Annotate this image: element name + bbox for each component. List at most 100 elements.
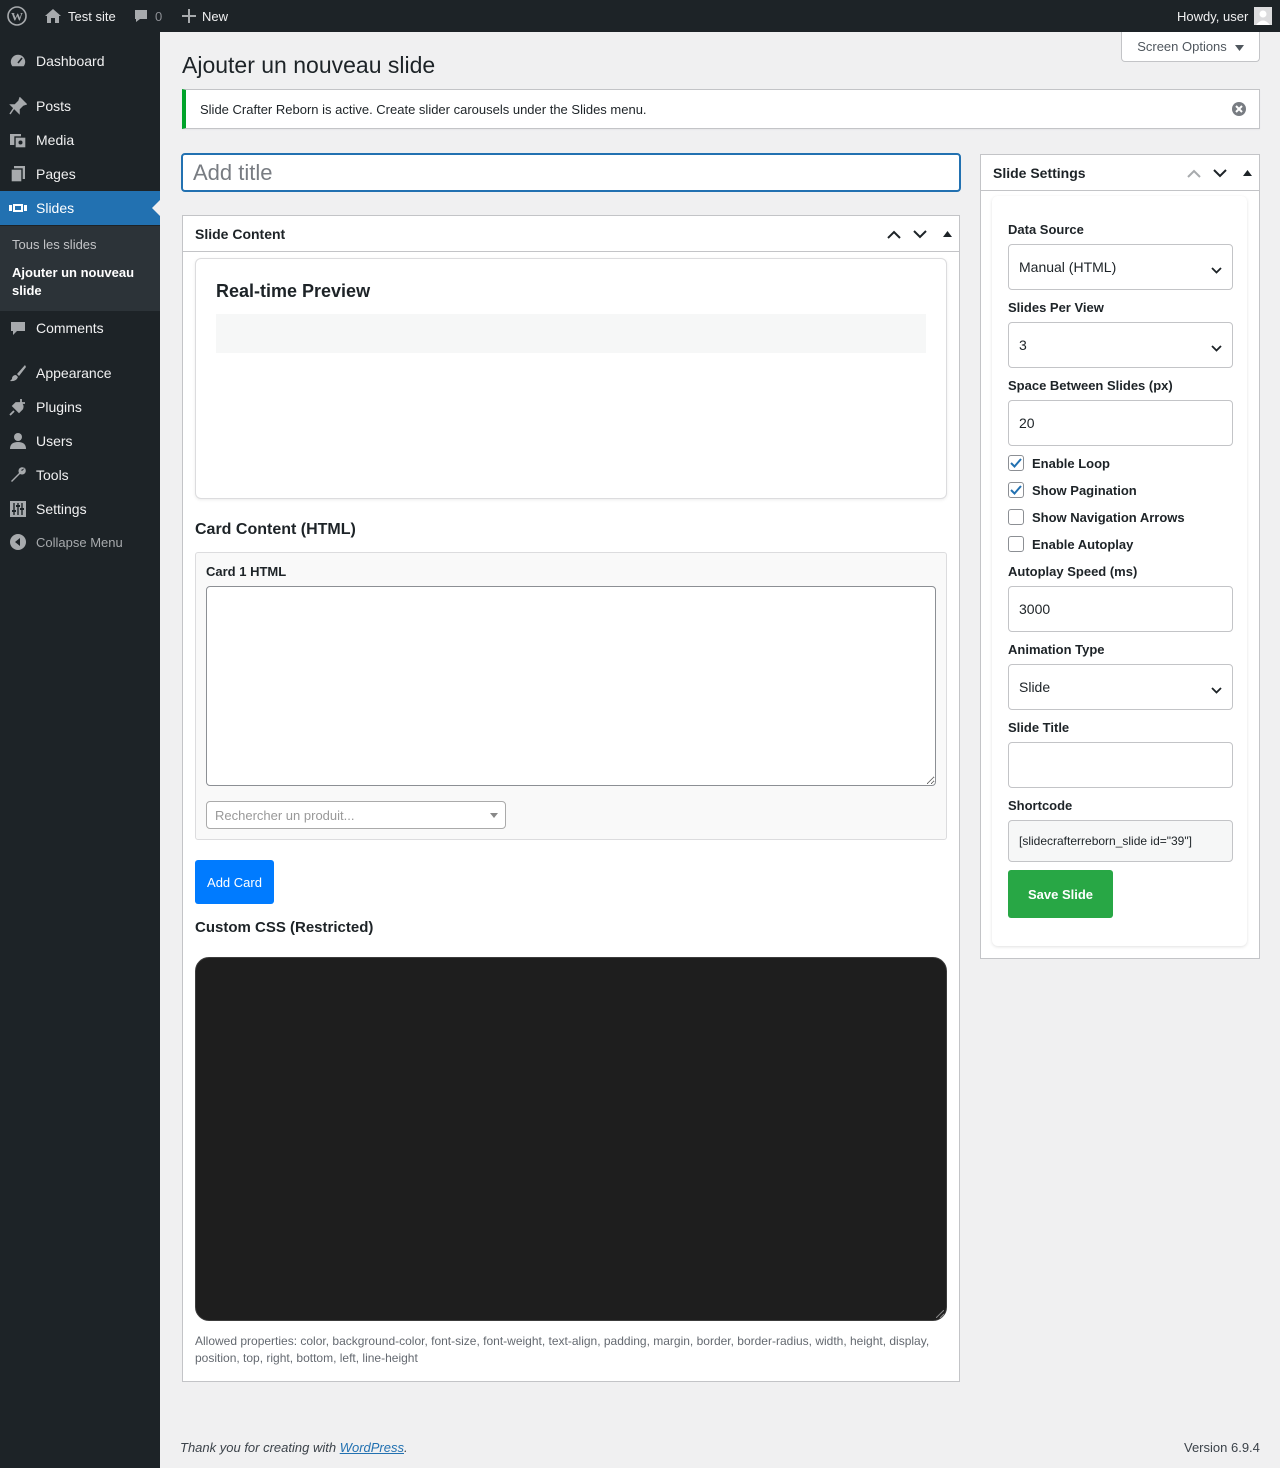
admin-sidebar: Dashboard Posts Media Pages Slides Tous … [0, 32, 160, 1468]
space-between-label: Space Between Slides (px) [1008, 378, 1173, 393]
collapse-icon [9, 533, 27, 551]
add-card-button[interactable]: Add Card [195, 860, 274, 904]
chevron-down-icon [1211, 261, 1222, 277]
sidebar-item-tools[interactable]: Tools [0, 458, 160, 492]
show-pagination-checkbox[interactable] [1008, 482, 1024, 498]
metabox-header: Slide Content [183, 216, 959, 252]
metabox-header: Slide Settings [981, 155, 1259, 191]
move-down-icon[interactable] [911, 225, 929, 243]
sliders-icon [9, 500, 27, 518]
enable-autoplay-checkbox[interactable] [1008, 536, 1024, 552]
notice-text: Slide Crafter Reborn is active. Create s… [200, 102, 647, 117]
enable-autoplay-label: Enable Autoplay [1032, 537, 1134, 552]
media-icon [9, 131, 27, 149]
shortcode-field[interactable]: [slidecrafterreborn_slide id="39"] [1008, 820, 1233, 862]
admin-bar: W Test site 0 New Howdy, user [0, 0, 1280, 32]
sidebar-item-label: Settings [36, 501, 87, 517]
site-name-link[interactable]: Test site [44, 0, 116, 32]
dashboard-icon [9, 52, 27, 70]
footer-thanks-prefix: Thank you for creating with [180, 1440, 340, 1455]
data-source-label: Data Source [1008, 222, 1084, 237]
footer-thanks-suffix: . [404, 1440, 408, 1455]
my-account-link[interactable]: Howdy, user [1177, 0, 1273, 32]
pages-icon [9, 165, 27, 183]
sidebar-item-settings[interactable]: Settings [0, 492, 160, 526]
sidebar-item-posts[interactable]: Posts [0, 89, 160, 123]
show-navigation-arrows-checkbox[interactable] [1008, 509, 1024, 525]
sidebar-item-dashboard[interactable]: Dashboard [0, 44, 160, 78]
sidebar-item-label: Posts [36, 98, 72, 114]
slides-submenu: Tous les slides Ajouter un nouveau slide [0, 226, 160, 311]
show-pagination-label: Show Pagination [1032, 483, 1137, 498]
sidebar-item-pages[interactable]: Pages [0, 157, 160, 191]
submenu-add-new-slide[interactable]: Ajouter un nouveau slide [12, 264, 152, 300]
sidebar-item-label: Users [36, 433, 73, 449]
howdy-text: Howdy, user [1177, 8, 1249, 24]
space-between-input[interactable]: 20 [1008, 400, 1233, 446]
save-slide-button[interactable]: Save Slide [1008, 870, 1113, 918]
autoplay-speed-value: 3000 [1019, 601, 1051, 617]
sidebar-item-comments[interactable]: Comments [0, 311, 160, 345]
home-icon [44, 8, 62, 24]
collapse-menu-button[interactable]: Collapse Menu [0, 525, 160, 559]
brush-icon [9, 364, 27, 382]
toggle-panel-icon[interactable] [1238, 164, 1256, 182]
screen-options-label: Screen Options [1137, 39, 1227, 54]
sidebar-item-appearance[interactable]: Appearance [0, 356, 160, 390]
page-title: Ajouter un nouveau slide [182, 52, 436, 78]
new-content-link[interactable]: New [182, 0, 228, 32]
autoplay-speed-input[interactable]: 3000 [1008, 586, 1233, 632]
move-down-icon[interactable] [1211, 164, 1229, 182]
sidebar-item-label: Dashboard [36, 53, 105, 69]
preview-carousel [216, 314, 926, 353]
sidebar-item-media[interactable]: Media [0, 123, 160, 157]
slides-per-view-value: 3 [1019, 337, 1027, 353]
sidebar-item-label: Slides [36, 200, 75, 216]
checkmark-icon [1010, 458, 1022, 468]
dropdown-caret-icon [490, 813, 498, 822]
slides-per-view-label: Slides Per View [1008, 300, 1104, 315]
sidebar-item-slides[interactable]: Slides [0, 191, 160, 225]
metabox-title: Slide Settings [993, 165, 1086, 181]
pin-icon [9, 97, 27, 115]
screen-options-button[interactable]: Screen Options [1121, 32, 1260, 62]
toggle-panel-icon[interactable] [938, 225, 956, 243]
dismiss-notice-icon[interactable] [1231, 101, 1247, 120]
slide-title-input[interactable] [1008, 742, 1233, 788]
submenu-all-slides[interactable]: Tous les slides [12, 237, 97, 252]
slides-per-view-select[interactable]: 3 [1008, 322, 1233, 368]
enable-loop-checkbox[interactable] [1008, 455, 1024, 471]
wordpress-logo-icon[interactable]: W [7, 0, 27, 32]
product-search-select[interactable]: Rechercher un produit... [206, 801, 506, 829]
plus-icon [182, 9, 196, 23]
slides-icon [9, 199, 27, 217]
move-up-icon[interactable] [885, 225, 903, 243]
comment-icon [133, 8, 149, 24]
collapse-menu-label: Collapse Menu [36, 534, 123, 550]
wordpress-link[interactable]: WordPress [340, 1440, 404, 1455]
user-icon [9, 432, 27, 450]
custom-css-editor[interactable] [195, 957, 947, 1321]
move-up-icon[interactable] [1185, 164, 1203, 182]
sidebar-item-users[interactable]: Users [0, 424, 160, 458]
animation-type-select[interactable]: Slide [1008, 664, 1233, 710]
comments-link[interactable]: 0 [133, 0, 162, 32]
sidebar-item-label: Pages [36, 166, 76, 182]
data-source-select[interactable]: Manual (HTML) [1008, 244, 1233, 290]
comments-count: 0 [155, 8, 163, 24]
post-title-input[interactable] [181, 153, 961, 192]
sidebar-item-label: Comments [36, 320, 104, 336]
comment-icon [9, 319, 27, 337]
sidebar-item-label: Plugins [36, 399, 82, 415]
card-1-html-textarea[interactable] [206, 586, 936, 786]
sidebar-item-plugins[interactable]: Plugins [0, 390, 160, 424]
shortcode-label: Shortcode [1008, 798, 1073, 813]
preview-title: Real-time Preview [216, 281, 371, 301]
animation-type-value: Slide [1019, 679, 1051, 695]
chevron-down-icon [1211, 681, 1222, 697]
resize-handle-icon[interactable] [936, 1310, 944, 1318]
plugin-notice: Slide Crafter Reborn is active. Create s… [182, 89, 1260, 129]
slide-title-label: Slide Title [1008, 720, 1070, 735]
data-source-value: Manual (HTML) [1019, 259, 1117, 275]
svg-text:W: W [11, 10, 23, 24]
